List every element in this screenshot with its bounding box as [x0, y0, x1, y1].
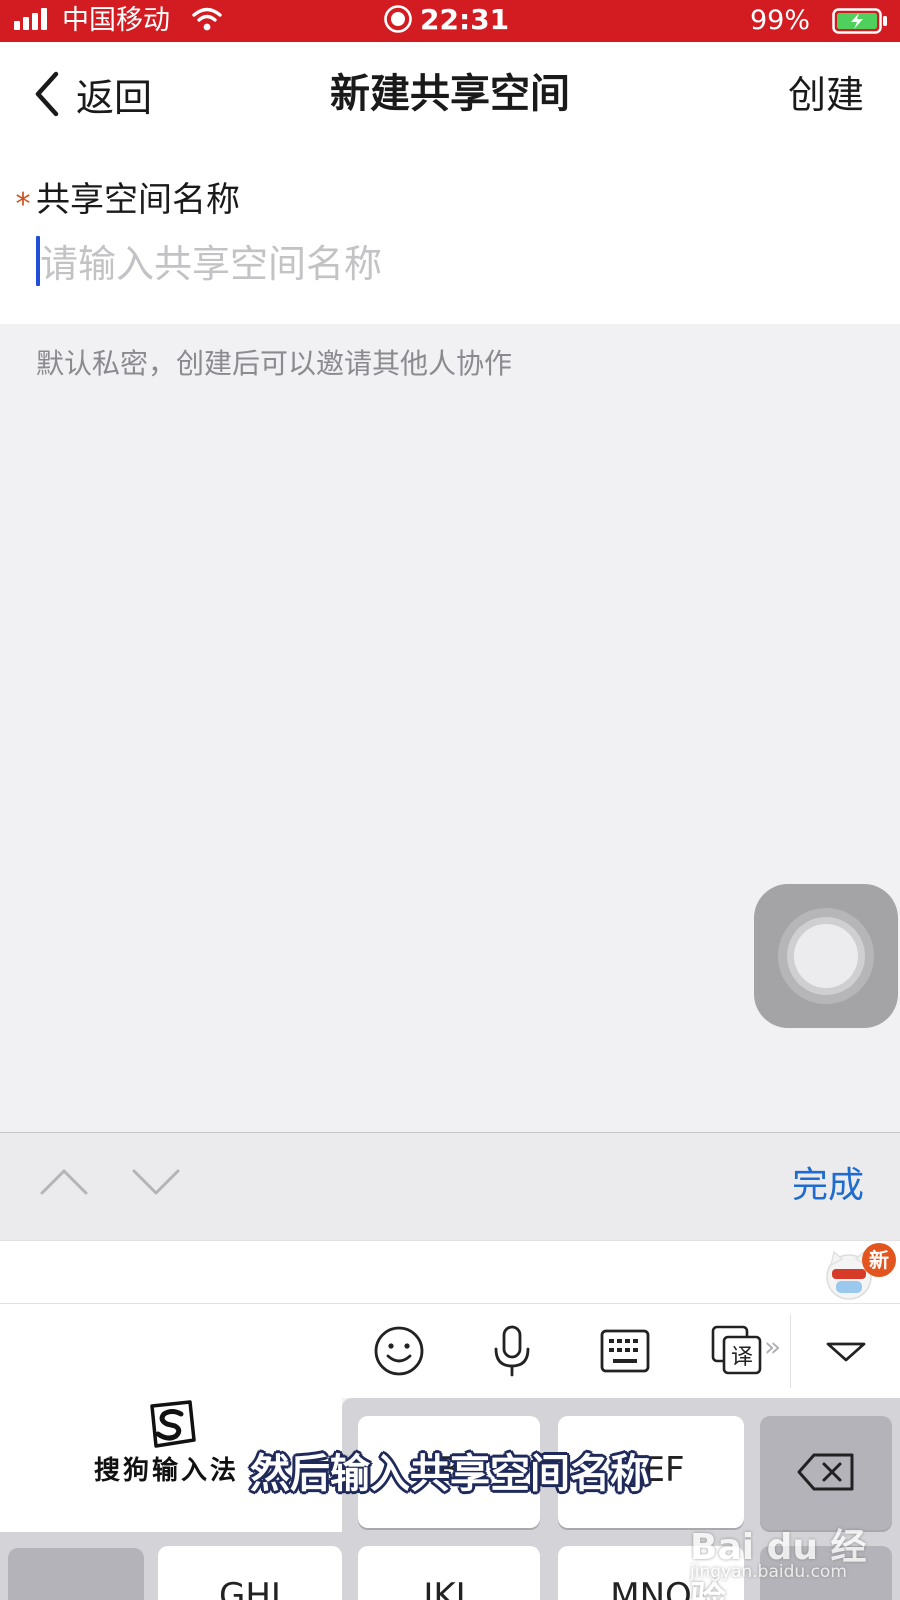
key-abc[interactable]: ABC — [358, 1416, 540, 1528]
svg-text:译: 译 — [731, 1345, 753, 1370]
screen-record-icon — [384, 5, 412, 33]
key-abc-label: ABC — [414, 1450, 484, 1490]
ime-brand-panel: 搜狗输入法 — [0, 1398, 342, 1532]
done-button[interactable]: 完成 — [792, 1161, 864, 1211]
carrier-name: 中国移动 — [62, 5, 170, 36]
key-jkl[interactable]: JKL — [358, 1546, 540, 1600]
translate-icon[interactable]: 译 — [710, 1324, 764, 1378]
ime-candidate-bar: 新 — [0, 1240, 900, 1304]
ime-toolbar: 译 » — [0, 1304, 900, 1398]
key-mno-label: MNO — [610, 1576, 692, 1600]
key-def[interactable]: DEF — [558, 1416, 744, 1528]
privacy-hint: 默认私密，创建后可以邀请其他人协作 — [36, 347, 513, 380]
keyboard-accessory-bar: 完成 — [0, 1132, 900, 1240]
ime-keyboard: ABC DEF JKL MNO — [342, 1398, 900, 1600]
create-button[interactable]: 创建 — [788, 70, 864, 120]
field-label-row: * 共享空间名称 — [10, 178, 241, 222]
key-punctuation[interactable] — [8, 1548, 144, 1600]
microphone-icon[interactable] — [485, 1324, 539, 1378]
clock: 22:31 — [420, 3, 510, 36]
key-def-label: DEF — [617, 1450, 685, 1490]
ime-brand-name: 搜狗输入法 — [94, 1456, 240, 1486]
assistive-touch-button[interactable] — [754, 884, 898, 1028]
signal-icon — [14, 8, 47, 30]
key-ghi[interactable]: GHI — [158, 1546, 342, 1600]
assistive-touch-ring-inner — [794, 924, 858, 988]
toolbar-divider — [790, 1314, 791, 1388]
status-bar: 中国移动 22:31 99% — [0, 0, 900, 42]
key-mno[interactable]: MNO — [558, 1546, 744, 1600]
emoji-icon[interactable] — [372, 1324, 426, 1378]
space-name-input[interactable] — [36, 232, 856, 296]
battery-charging-icon — [832, 8, 887, 34]
nav-bar: 返回 新建共享空间 创建 — [0, 42, 900, 148]
space-name-label: 共享空间名称 — [36, 180, 240, 220]
back-label: 返回 — [76, 75, 153, 120]
key-jkl-label: JKL — [423, 1576, 475, 1600]
wifi-icon — [192, 7, 222, 31]
space-name-form: * 共享空间名称 — [0, 148, 900, 324]
more-tools-chevron-icon[interactable]: » — [764, 1330, 781, 1363]
key-ghi-label: GHI — [219, 1576, 281, 1600]
back-button[interactable]: 返回 — [30, 64, 152, 124]
new-badge: 新 — [862, 1243, 896, 1277]
sogou-logo-icon — [150, 1400, 196, 1448]
chevron-left-icon — [35, 71, 59, 117]
keyboard-icon[interactable] — [598, 1324, 652, 1378]
key-retype[interactable] — [760, 1546, 892, 1600]
backspace-key[interactable] — [760, 1416, 892, 1530]
collapse-keyboard-icon[interactable] — [822, 1324, 870, 1378]
chevron-up-icon[interactable] — [38, 1161, 90, 1201]
backspace-icon — [797, 1453, 854, 1491]
required-mark: * — [15, 186, 31, 222]
battery-percent: 99% — [750, 5, 811, 36]
chevron-down-icon[interactable] — [130, 1161, 182, 1201]
